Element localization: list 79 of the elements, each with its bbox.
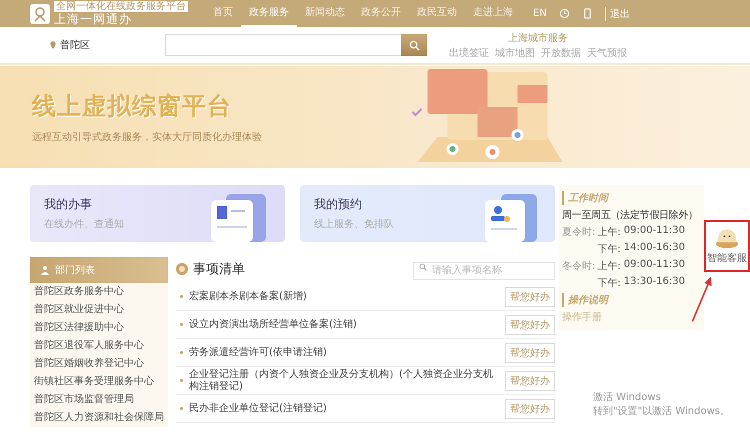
time-range: 14:00-16:30 [624, 242, 685, 255]
city-service-link[interactable]: 天气预报 [587, 46, 627, 60]
nav-tab[interactable]: 新闻动态 [297, 0, 353, 27]
matter-name[interactable]: 劳务派遣经营许可(依申请注销) [189, 346, 499, 358]
card-title: 我的预约 [314, 196, 363, 213]
department-list-title: 部门列表 [55, 264, 95, 277]
time-range: 09:00-11:30 [624, 259, 685, 272]
help-handle-button[interactable]: 帮您好办 [505, 342, 555, 362]
matter-name[interactable]: 宏案剧本杀剧本备案(新增) [189, 290, 499, 302]
service-card[interactable]: 我的办事 在线办件、查通知 [30, 185, 285, 242]
location-pin-icon [50, 41, 56, 49]
search-icon [408, 40, 420, 50]
bullet-dot-icon [180, 407, 183, 410]
banner-subtitle: 远程互动引导式政务服务，实体大厅同质化办理体验 [32, 130, 262, 144]
time-slot-label: 上午: [597, 226, 621, 239]
bullet-dot-icon [180, 323, 183, 326]
bullet-dot-icon [180, 379, 183, 382]
department-item[interactable]: 普陀区退役军人服务中心 [30, 337, 168, 355]
help-handle-button[interactable]: 帮您好办 [505, 398, 555, 418]
bun-mascot-icon [714, 227, 740, 249]
time-slot-label: 下午: [597, 277, 621, 290]
help-handle-button[interactable]: 帮您好办 [505, 370, 555, 390]
time-slot-label: 上午: [597, 260, 621, 273]
pointer-arrow [690, 274, 714, 324]
people-icon [40, 265, 50, 275]
season-label: 夏令时: [562, 226, 596, 240]
department-item[interactable]: 普陀区婚姻收养登记中心 [30, 355, 168, 373]
matter-name[interactable]: 民办非企业单位登记(注销登记) [189, 402, 499, 414]
bullet-dot-icon [180, 295, 183, 298]
operation-guide-title: 操作说明 [562, 293, 701, 307]
clock-icon[interactable] [558, 8, 570, 19]
matter-name[interactable]: 设立内资演出场所经营单位备案(注销) [189, 318, 499, 330]
matters-title: 事项清单 [193, 261, 245, 278]
time-range: 09:00-11:30 [624, 225, 685, 238]
activation-notice-text: 转到"设置"以激活 Windows。 [592, 404, 730, 418]
card-title: 我的办事 [44, 196, 93, 213]
department-item[interactable]: 普陀区市场监督管理局 [30, 391, 168, 409]
search-field[interactable] [165, 34, 401, 56]
city-service-title: 上海城市服务 [508, 32, 568, 44]
department-item[interactable]: 普陀区人力资源和社会保障局 [30, 409, 168, 427]
department-item[interactable]: 普陀区政务服务中心 [30, 283, 168, 301]
time-slot-label: 下午: [597, 243, 621, 256]
nav-tab[interactable]: 政务公开 [353, 0, 409, 27]
nav-tab[interactable]: 政民互动 [409, 0, 465, 27]
help-handle-button[interactable]: 帮您好办 [505, 314, 555, 334]
platform-badge: 全网一体化在线政务服务平台 [54, 1, 188, 12]
city-service-link[interactable]: 开放数据 [541, 46, 581, 60]
nav-tab[interactable]: 首页 [205, 0, 241, 27]
manual-link[interactable]: 操作手册 [562, 310, 701, 324]
matter-name[interactable]: 企业登记注册（内资个人独资企业及分支机构）(个人独资企业分支机构注销登记) [189, 368, 499, 392]
list-bullet-icon [176, 263, 188, 275]
logo-icon [30, 4, 50, 24]
department-item[interactable]: 街镇社区事务受理服务中心 [30, 373, 168, 391]
working-hours-title: 工作时间 [562, 191, 701, 205]
mobile-icon[interactable] [582, 8, 593, 19]
activation-notice-title: 激活 Windows [592, 391, 662, 404]
language-link[interactable]: EN [533, 8, 547, 19]
search-icon [419, 263, 427, 272]
card-subtitle: 在线办件、查通知 [44, 218, 124, 231]
city-service-link[interactable]: 出境签证 [449, 46, 489, 60]
logout-link[interactable]: 退出 [604, 6, 630, 20]
banner-title: 线上虚拟综窗平台 [32, 91, 233, 122]
matter-search-field[interactable]: 请输入事项名称 [413, 262, 555, 280]
location-label[interactable]: 普陀区 [60, 38, 90, 52]
service-card[interactable]: 我的预约 线上服务、免排队 [300, 185, 555, 242]
search-button[interactable] [401, 34, 427, 56]
department-item[interactable]: 普陀区就业促进中心 [30, 301, 168, 319]
city-service-link[interactable]: 城市地图 [495, 46, 535, 60]
nav-tab[interactable]: 走进上海 [465, 0, 521, 27]
bullet-dot-icon [180, 351, 183, 354]
nav-tab[interactable]: 政务服务 [241, 0, 297, 27]
department-item[interactable]: 普陀区法律援助中心 [30, 319, 168, 337]
help-handle-button[interactable]: 帮您好办 [505, 286, 555, 306]
working-days-text: 周一至周五（法定节假日除外） [562, 208, 699, 222]
season-label: 冬令时: [562, 260, 596, 274]
site-logo-text: 上海一网通办 [54, 12, 133, 26]
card-subtitle: 线上服务、免排队 [314, 218, 394, 231]
time-range: 13:30-16:30 [624, 276, 685, 289]
assistant-button[interactable]: 智能客服 [704, 220, 750, 272]
